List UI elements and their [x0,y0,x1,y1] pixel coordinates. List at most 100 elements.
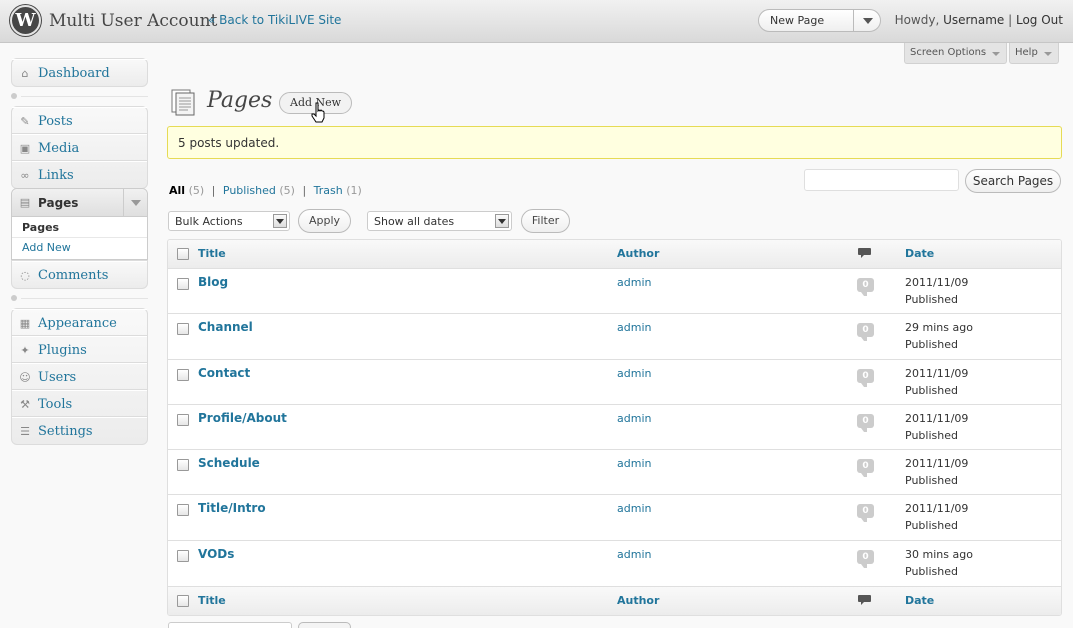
row-title-link[interactable]: Title/Intro [198,501,266,515]
row-date: 2011/11/09 [905,457,969,471]
row-author-link[interactable]: admin [617,457,651,470]
comment-icon[interactable] [858,595,871,606]
wordpress-logo-icon[interactable]: W [10,5,41,36]
comment-count-badge[interactable]: 0 [857,459,874,478]
sidebar-item-label[interactable]: Settings [38,424,93,439]
sidebar-group-settings: ▦ Appearance ✦ Plugins ☺ Users ⚒ Tools ☰… [11,308,148,445]
row-checkbox[interactable] [177,504,189,517]
comment-count-badge[interactable]: 0 [857,413,874,432]
row-title-link[interactable]: Profile/About [198,411,287,425]
row-date: 2011/11/09 [905,411,969,425]
sidebar-item-media[interactable]: ▣ Media [12,134,147,161]
sidebar-item-label[interactable]: Dashboard [38,66,110,81]
sidebar-item-label[interactable]: Plugins [38,343,87,358]
row-title-link[interactable]: Schedule [198,456,260,470]
table-row: Blog admin 0 2011/11/09 Published [168,269,1061,315]
appearance-icon: ▦ [19,317,31,330]
filter-button[interactable]: Filter [521,209,570,233]
row-title-link[interactable]: Blog [198,275,228,289]
sidebar-item-users[interactable]: ☺ Users [12,363,147,390]
row-status: Published [905,293,958,306]
chevron-down-icon[interactable] [853,10,880,31]
column-title-header[interactable]: Title [198,594,226,607]
bulk-actions-select-bottom[interactable] [168,622,292,628]
pages-icon [171,89,195,116]
chevron-down-icon[interactable] [495,214,509,228]
search-input[interactable] [804,169,959,191]
comment-count-badge[interactable]: 0 [857,504,874,523]
row-checkbox[interactable] [177,368,189,381]
sidebar-item-pages-head[interactable]: ▤ Pages [12,189,147,217]
sidebar-item-label[interactable]: Posts [38,114,73,129]
favorite-action-label[interactable]: New Page [770,14,824,27]
comment-count-badge[interactable]: 0 [857,323,874,342]
submenu-item-add-new[interactable]: Add New [22,241,71,254]
sidebar-item-appearance[interactable]: ▦ Appearance [12,309,147,336]
sidebar-item-label[interactable]: Links [38,168,74,183]
chevron-down-icon[interactable] [273,214,287,228]
comment-icon[interactable] [858,248,871,258]
sidebar-item-settings[interactable]: ☰ Settings [12,417,147,444]
row-title-link[interactable]: VODs [198,547,234,561]
column-date-header[interactable]: Date [905,247,934,260]
select-all-checkbox[interactable] [177,248,189,260]
bulk-actions-select[interactable]: Bulk Actions [168,211,290,231]
submenu-item-pages[interactable]: Pages [22,221,59,234]
row-checkbox[interactable] [177,549,189,562]
date-filter-select[interactable]: Show all dates [367,211,512,231]
select-all-checkbox[interactable] [177,595,189,608]
screen-options-tab[interactable]: Screen Options [904,43,1008,64]
sidebar-item-label[interactable]: Users [38,370,76,385]
separator: | [211,184,216,197]
menu-collapse-separator[interactable] [11,293,148,303]
row-checkbox[interactable] [177,278,189,290]
apply-button-bottom[interactable] [298,622,351,628]
back-to-site-link[interactable]: « Back to TikiLIVE Site [208,13,341,27]
sidebar-item-label[interactable]: Appearance [38,316,117,331]
favorite-actions-dropdown[interactable]: New Page [758,9,881,32]
sidebar-item-dashboard[interactable]: ⌂ Dashboard [12,59,147,86]
sidebar-item-label[interactable]: Media [38,141,79,156]
sidebar-item-label[interactable]: Tools [38,397,72,412]
row-title-link[interactable]: Channel [198,320,253,334]
comment-icon: ◌ [20,269,30,282]
comment-count-badge[interactable]: 0 [857,549,874,568]
row-author-link[interactable]: admin [617,321,651,334]
logout-link[interactable]: Log Out [1016,13,1063,27]
sidebar-item-posts[interactable]: ✎ Posts [12,107,147,134]
sidebar-item-label[interactable]: Pages [38,196,78,210]
row-date: 2011/11/09 [905,276,969,289]
chevron-down-icon[interactable] [123,189,147,216]
username-link[interactable]: Username [943,13,1004,27]
row-author-link[interactable]: admin [617,412,651,425]
filter-trash-count: (1) [346,184,362,197]
plugin-icon: ✦ [20,344,30,357]
menu-collapse-separator[interactable] [11,91,148,101]
column-date-header[interactable]: Date [905,594,934,607]
filter-trash-link[interactable]: Trash [314,184,343,197]
sidebar-item-tools[interactable]: ⚒ Tools [12,390,147,417]
apply-button[interactable]: Apply [298,209,351,233]
row-author-link[interactable]: admin [617,502,651,515]
sidebar-item-comments[interactable]: ◌ Comments [12,261,147,288]
column-title-header[interactable]: Title [198,247,226,260]
filter-all-link[interactable]: All [169,184,185,197]
comment-count-badge[interactable]: 0 [857,278,874,296]
row-author-link[interactable]: admin [617,367,651,380]
sidebar-item-plugins[interactable]: ✦ Plugins [12,336,147,363]
row-checkbox[interactable] [177,459,189,472]
filter-published-link[interactable]: Published [223,184,276,197]
column-author-header[interactable]: Author [617,247,659,260]
row-checkbox[interactable] [177,323,189,336]
help-tab[interactable]: Help [1009,43,1059,64]
search-pages-button[interactable]: Search Pages [965,169,1061,193]
table-footer: Title Author Date [168,586,1061,616]
comment-count-badge[interactable]: 0 [857,368,874,387]
column-author-header[interactable]: Author [617,594,659,607]
sidebar-item-label[interactable]: Comments [38,268,108,283]
row-author-link[interactable]: admin [617,276,651,289]
row-author-link[interactable]: admin [617,548,651,561]
sidebar-item-links[interactable]: ∞ Links [12,161,147,188]
row-title-link[interactable]: Contact [198,366,250,380]
row-checkbox[interactable] [177,413,189,426]
